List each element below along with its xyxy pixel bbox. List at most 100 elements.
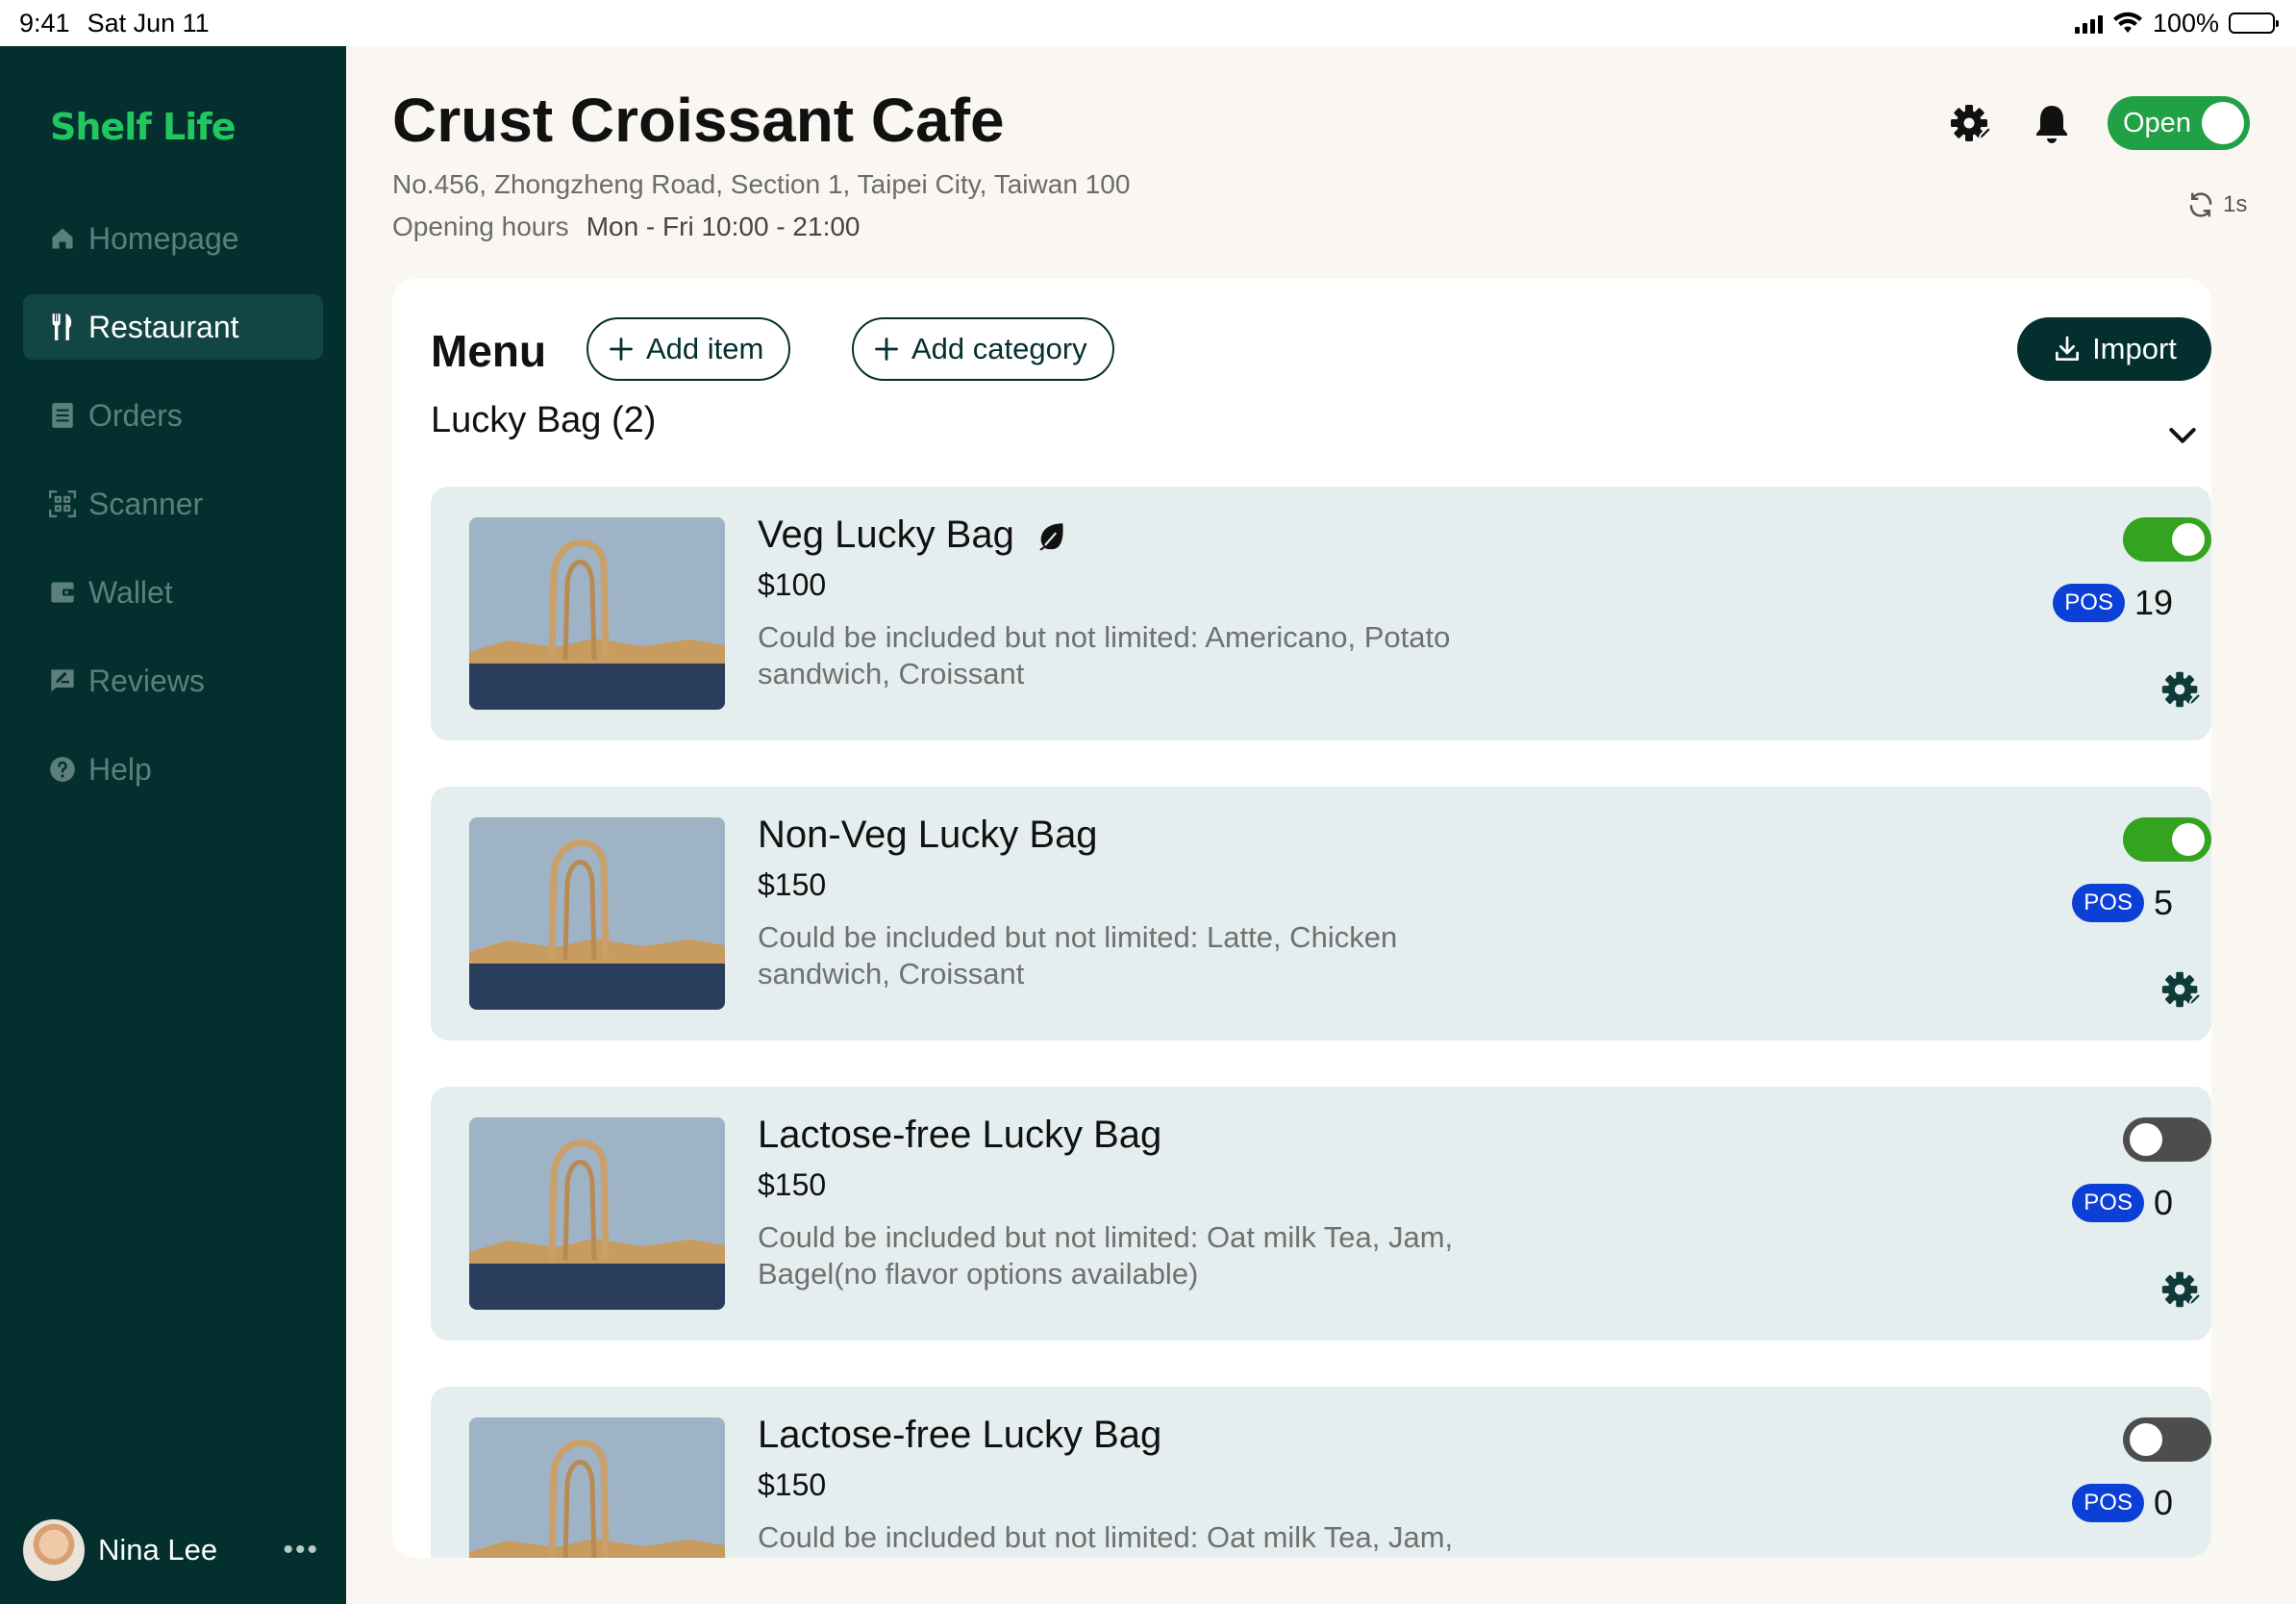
notification-bell-icon[interactable] <box>2029 100 2075 146</box>
toggle-knob <box>2172 523 2205 556</box>
item-description: Could be included but not limited: Oat m… <box>758 1520 1454 1554</box>
import-label: Import <box>2092 332 2177 365</box>
user-profile[interactable]: Nina Lee ••• <box>23 1519 323 1581</box>
settings-gear-icon[interactable] <box>1948 100 1994 146</box>
plus-icon <box>875 338 898 361</box>
battery-icon <box>2229 13 2279 34</box>
item-price: $150 <box>758 867 827 902</box>
pos-count: 0 <box>2153 1483 2173 1522</box>
download-icon <box>2056 336 2080 361</box>
sidebar-item-label: Homepage <box>88 220 239 256</box>
wifi-icon <box>2112 12 2142 33</box>
signal-icon <box>2074 13 2103 34</box>
vegetarian-leaf-icon <box>1039 522 1063 551</box>
category-title: Lucky Bag (2) <box>431 400 657 440</box>
pos-count: 0 <box>2153 1183 2173 1222</box>
app-logo[interactable]: Shelf Life <box>50 106 237 148</box>
sidebar-item-reviews[interactable]: Reviews <box>23 648 323 714</box>
sidebar-item-label: Help <box>88 751 152 787</box>
item-price: $150 <box>758 1167 827 1202</box>
sidebar-item-label: Reviews <box>88 663 205 698</box>
pos-stock: POS 0 <box>2072 1183 2173 1223</box>
qr-scanner-icon <box>48 489 77 518</box>
menu-item-card[interactable]: Non-Veg Lucky Bag $150 Could be included… <box>431 787 2211 1040</box>
pos-badge: POS <box>2072 1184 2144 1222</box>
review-icon <box>48 666 77 695</box>
chevron-down-icon[interactable] <box>2163 415 2202 454</box>
refresh-icon <box>2189 192 2212 217</box>
avatar <box>23 1519 85 1581</box>
status-time: 9:41 <box>19 8 70 38</box>
sidebar-item-label: Scanner <box>88 486 204 521</box>
help-icon <box>48 755 77 784</box>
item-image <box>469 1117 725 1310</box>
sidebar-item-help[interactable]: Help <box>23 737 323 802</box>
status-date: Sat Jun 11 <box>87 8 210 38</box>
item-price: $150 <box>758 1467 827 1502</box>
sidebar-item-restaurant[interactable]: Restaurant <box>23 294 323 360</box>
item-image <box>469 517 725 710</box>
toggle-knob <box>2130 1123 2162 1156</box>
pos-badge: POS <box>2072 1484 2144 1522</box>
item-availability-toggle[interactable] <box>2123 817 2211 862</box>
pos-stock: POS 0 <box>2072 1483 2173 1523</box>
user-name: Nina Lee <box>98 1533 218 1566</box>
toggle-knob <box>2130 1423 2162 1456</box>
item-image <box>469 1417 725 1558</box>
pos-badge: POS <box>2053 584 2125 622</box>
menu-title: Menu <box>431 326 547 376</box>
item-description: Could be included but not limited: Ameri… <box>758 620 1451 690</box>
menu-item-card[interactable]: Lactose-free Lucky Bag $150 Could be inc… <box>431 1087 2211 1341</box>
sidebar-nav: Homepage Restaurant Orders Scanner Walle… <box>23 206 323 825</box>
wallet-icon <box>48 578 77 607</box>
page-title: Crust Croissant Cafe <box>392 86 1005 155</box>
add-item-button[interactable]: Add item <box>586 317 791 381</box>
restaurant-address: No.456, Zhongzheng Road, Section 1, Taip… <box>392 169 1131 199</box>
sidebar-item-orders[interactable]: Orders <box>23 383 323 448</box>
item-name-text: Veg Lucky Bag <box>758 514 1014 556</box>
toggle-knob <box>2202 102 2244 144</box>
plus-icon <box>610 338 633 361</box>
menu-item-card[interactable]: Lactose-free Lucky Bag $150 Could be inc… <box>431 1387 2211 1558</box>
menu-item-card[interactable]: Veg Lucky Bag $100 Could be included but… <box>431 487 2211 740</box>
toggle-knob <box>2172 823 2205 856</box>
import-button[interactable]: Import <box>2017 317 2211 381</box>
item-name-text: Lactose-free Lucky Bag <box>758 1114 1162 1156</box>
list-icon <box>48 401 77 430</box>
add-item-label: Add item <box>646 332 764 365</box>
refresh-interval: 1s <box>2223 191 2248 217</box>
open-status-toggle[interactable]: Open <box>2108 96 2250 150</box>
pos-badge: POS <box>2072 884 2144 922</box>
sidebar-item-label: Restaurant <box>88 309 239 344</box>
pos-stock: POS 5 <box>2072 883 2173 923</box>
utensils-icon <box>48 313 77 341</box>
item-availability-toggle[interactable] <box>2123 517 2211 562</box>
sidebar-item-homepage[interactable]: Homepage <box>23 206 323 271</box>
more-options-icon[interactable]: ••• <box>283 1534 319 1566</box>
item-price: $100 <box>758 567 827 602</box>
open-status-label: Open <box>2123 107 2191 138</box>
sidebar-item-label: Wallet <box>88 574 173 610</box>
item-settings-gear-icon[interactable] <box>2159 667 2204 712</box>
refresh-indicator[interactable]: 1s <box>2186 190 2247 219</box>
item-description: Could be included but not limited: Latte… <box>758 920 1398 990</box>
sidebar-item-wallet[interactable]: Wallet <box>23 560 323 625</box>
pos-count: 5 <box>2153 883 2173 922</box>
item-description: Could be included but not limited: Oat m… <box>758 1220 1454 1291</box>
sidebar-item-scanner[interactable]: Scanner <box>23 471 323 537</box>
item-settings-gear-icon[interactable] <box>2159 1267 2204 1312</box>
home-icon <box>48 224 77 253</box>
item-image <box>469 817 725 1010</box>
add-category-button[interactable]: Add category <box>852 317 1114 381</box>
pos-count: 19 <box>2134 583 2173 622</box>
item-name: Veg Lucky Bag <box>758 514 1068 557</box>
item-name: Lactose-free Lucky Bag <box>758 1414 1161 1457</box>
menu-panel: Menu Add item Add category Import Lucky … <box>392 279 2211 1558</box>
opening-hours-label: Opening hours <box>392 212 569 241</box>
item-availability-toggle[interactable] <box>2123 1117 2211 1162</box>
item-name-text: Non-Veg Lucky Bag <box>758 814 1098 856</box>
status-bar: 9:41 Sat Jun 11 100% <box>0 0 2296 46</box>
item-availability-toggle[interactable] <box>2123 1417 2211 1462</box>
item-settings-gear-icon[interactable] <box>2159 967 2204 1012</box>
opening-hours: Opening hours Mon - Fri 10:00 - 21:00 <box>392 212 861 242</box>
